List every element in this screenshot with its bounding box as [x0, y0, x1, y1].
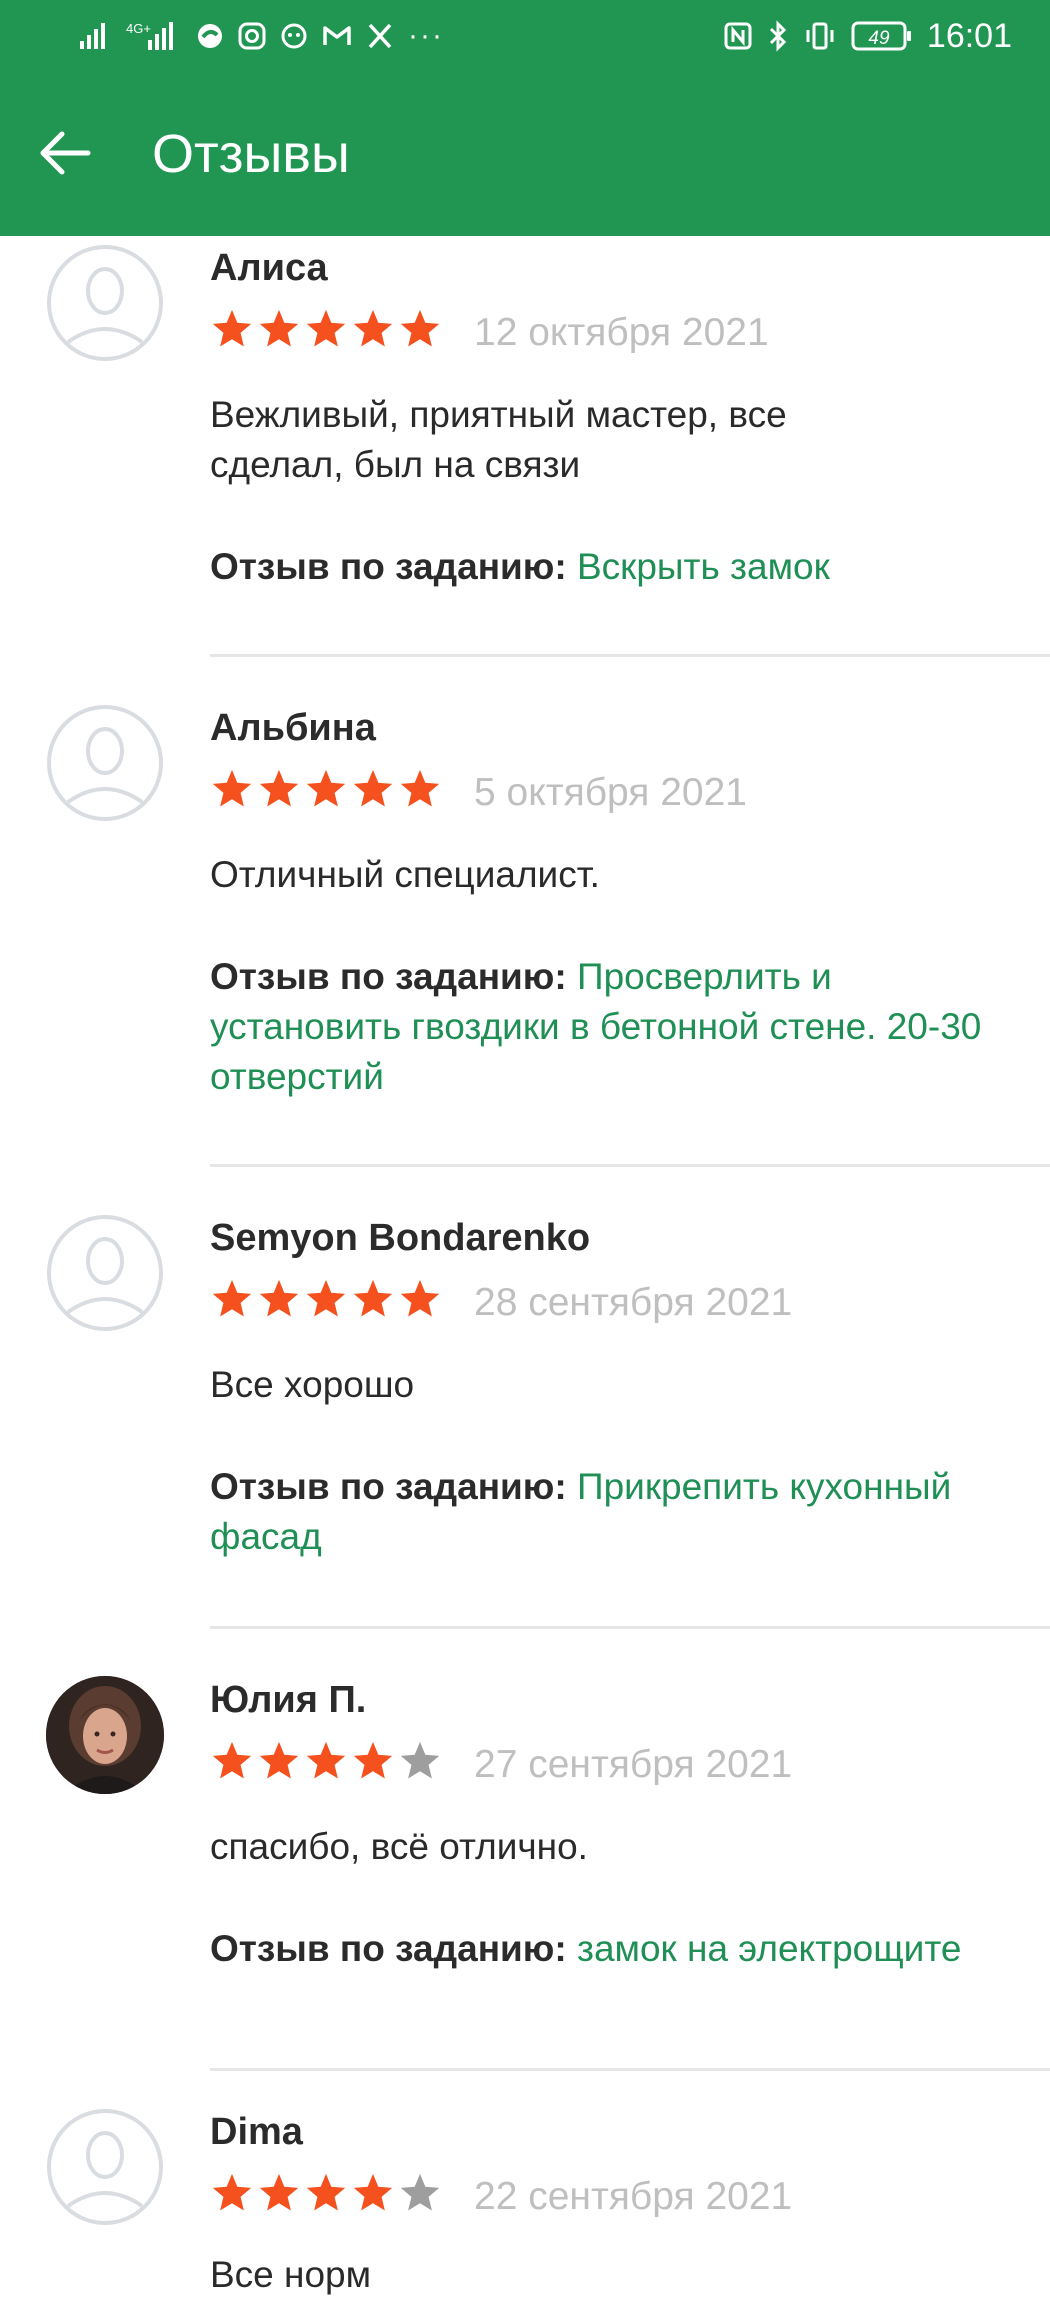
status-right: 49 16:01	[723, 14, 1012, 58]
status-left: 4G+ ···	[78, 14, 444, 58]
x-icon	[366, 22, 394, 50]
review-item: Semyon Bondarenko 28 сентября 2021 Все х…	[0, 1206, 1050, 1668]
review-task: Отзыв по заданию: Вскрыть замок	[210, 542, 1050, 592]
status-bar: 4G+ ··· 49 16:01	[0, 0, 1050, 72]
signal-4g-icon: 4G+	[126, 20, 182, 52]
review-item: Dima 22 сентября 2021 Все норм	[0, 2078, 1050, 2295]
instagram-icon	[238, 22, 266, 50]
star-filled-icon	[398, 308, 442, 350]
task-link[interactable]: замок на электрощите	[577, 1928, 961, 1969]
divider	[210, 1626, 1050, 1629]
review-text: Все хорошо	[210, 1364, 415, 1405]
star-empty-icon	[398, 1740, 442, 1782]
star-filled-icon	[351, 308, 395, 350]
review-date: 22 сентября 2021	[474, 2175, 793, 2218]
reviewer-name: Юлия П.	[210, 1679, 367, 1721]
task-link[interactable]: Вскрыть замок	[577, 546, 830, 587]
star-filled-icon	[398, 768, 442, 810]
star-filled-icon	[304, 1740, 348, 1782]
review-text: Все норм	[210, 2254, 372, 2295]
battery-icon: 49	[851, 20, 913, 52]
star-filled-icon	[304, 2172, 348, 2214]
more-notifications: ···	[408, 19, 444, 52]
star-filled-icon	[351, 1740, 395, 1782]
review-date: 28 сентября 2021	[474, 1281, 793, 1324]
star-filled-icon	[210, 1740, 254, 1782]
review-item: Альбина 5 октября 2021 Отличный специали…	[0, 696, 1050, 1206]
star-filled-icon	[351, 1278, 395, 1320]
task-label: Отзыв по заданию:	[210, 1466, 567, 1507]
clock: 16:01	[926, 16, 1012, 55]
page-title: Отзывы	[152, 124, 350, 184]
star-filled-icon	[351, 768, 395, 810]
star-filled-icon	[398, 1278, 442, 1320]
user-placeholder-icon	[47, 245, 163, 361]
user-placeholder-icon	[47, 1215, 163, 1331]
avatar[interactable]	[46, 2108, 164, 2226]
gmail-icon	[322, 24, 352, 48]
review-date: 12 октября 2021	[474, 311, 769, 354]
review-item: Юлия П. 27 сентября 2021 спасибо, всё от…	[0, 1668, 1050, 2078]
star-filled-icon	[210, 1278, 254, 1320]
divider	[210, 2068, 1050, 2071]
review-text: Отличный специалист.	[210, 854, 600, 895]
nfc-icon	[723, 21, 753, 51]
star-filled-icon	[257, 308, 301, 350]
star-filled-icon	[257, 1278, 301, 1320]
star-filled-icon	[257, 768, 301, 810]
divider	[210, 1164, 1050, 1167]
user-placeholder-icon	[47, 2109, 163, 2225]
rating-stars	[210, 308, 442, 350]
review-task: Отзыв по заданию: Просверлить и установи…	[210, 952, 1010, 1102]
star-filled-icon	[210, 308, 254, 350]
battery-level: 49	[868, 28, 890, 49]
user-placeholder-icon	[47, 705, 163, 821]
review-task: Отзыв по заданию: Прикрепить кухонный фа…	[210, 1462, 1050, 1562]
star-filled-icon	[210, 768, 254, 810]
avatar[interactable]	[46, 1214, 164, 1332]
star-filled-icon	[257, 1740, 301, 1782]
user-photo-icon	[46, 1676, 164, 1794]
rating-stars	[210, 2172, 442, 2214]
task-label: Отзыв по заданию:	[210, 546, 567, 587]
avatar[interactable]	[46, 1676, 164, 1794]
signal-icon	[78, 21, 112, 51]
messenger-icon	[280, 22, 308, 50]
vibrate-icon	[803, 21, 837, 51]
app-icon	[196, 22, 224, 50]
star-filled-icon	[304, 768, 348, 810]
star-filled-icon	[304, 308, 348, 350]
divider	[210, 654, 1050, 657]
avatar[interactable]	[46, 704, 164, 822]
task-label: Отзыв по заданию:	[210, 956, 567, 997]
review-text: спасибо, всё отлично.	[210, 1826, 588, 1867]
review-date: 27 сентября 2021	[474, 1743, 793, 1786]
rating-stars	[210, 768, 442, 810]
star-filled-icon	[210, 2172, 254, 2214]
star-filled-icon	[304, 1278, 348, 1320]
avatar[interactable]	[46, 244, 164, 362]
star-filled-icon	[351, 2172, 395, 2214]
arrow-left-icon	[38, 130, 92, 181]
back-button[interactable]	[34, 124, 96, 186]
app-bar: Отзывы	[0, 72, 1050, 236]
review-text: Вежливый, приятный мастер, все сделал, б…	[210, 394, 787, 485]
review-date: 5 октября 2021	[474, 771, 747, 814]
reviewer-name: Альбина	[210, 707, 376, 749]
star-filled-icon	[257, 2172, 301, 2214]
rating-stars	[210, 1278, 442, 1320]
bluetooth-icon	[767, 20, 789, 52]
task-label: Отзыв по заданию:	[210, 1928, 567, 1969]
svg-text:4G+: 4G+	[126, 21, 151, 36]
review-item: Алиса 12 октября 2021 Вежливый, приятный…	[0, 236, 1050, 696]
reviewer-name: Semyon Bondarenko	[210, 1217, 591, 1259]
reviewer-name: Dima	[210, 2111, 303, 2153]
rating-stars	[210, 1740, 442, 1782]
reviewer-name: Алиса	[210, 247, 328, 289]
review-task: Отзыв по заданию: замок на электрощите	[210, 1924, 1050, 1974]
star-empty-icon	[398, 2172, 442, 2214]
